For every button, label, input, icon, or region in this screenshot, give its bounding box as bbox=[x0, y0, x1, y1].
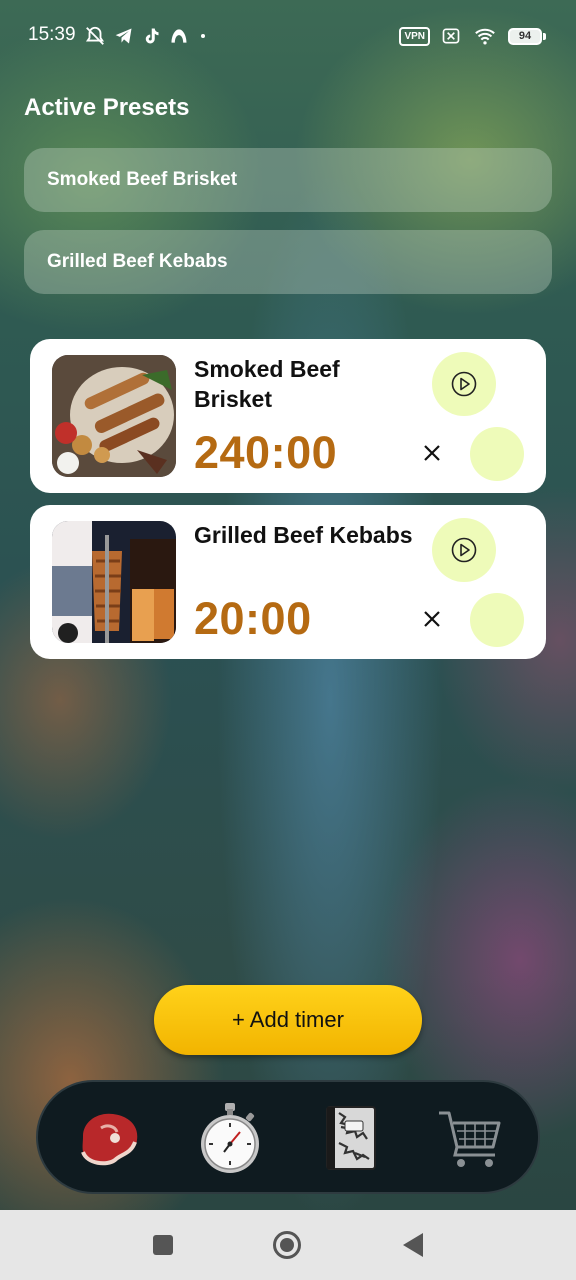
battery-icon: 94 bbox=[508, 27, 546, 45]
timer-countdown: 20:00 bbox=[194, 593, 312, 644]
timer-countdown: 240:00 bbox=[194, 427, 338, 478]
shopping-cart-icon bbox=[439, 1111, 501, 1167]
preset-item-smoked-beef-brisket[interactable]: Smoked Beef Brisket bbox=[24, 148, 552, 212]
close-icon bbox=[424, 445, 440, 461]
battery-level: 94 bbox=[508, 27, 542, 45]
app-icon bbox=[171, 29, 187, 43]
page-title: Active Presets bbox=[24, 94, 190, 121]
recent-apps-button[interactable] bbox=[148, 1230, 178, 1260]
close-icon bbox=[424, 611, 440, 627]
vpn-icon: VPN bbox=[399, 26, 430, 46]
food-thumbnail bbox=[52, 521, 176, 643]
wifi-icon bbox=[475, 28, 495, 45]
play-icon bbox=[451, 371, 477, 397]
steak-icon bbox=[81, 1113, 138, 1166]
play-icon bbox=[451, 537, 477, 563]
nav-item-timers[interactable] bbox=[192, 1100, 268, 1176]
tiktok-icon bbox=[145, 28, 159, 44]
play-button[interactable] bbox=[432, 352, 496, 416]
notification-icons bbox=[84, 24, 208, 48]
home-circle-icon bbox=[273, 1231, 301, 1259]
back-triangle-icon bbox=[403, 1233, 423, 1257]
timer-card: Smoked Beef Brisket 240:00 bbox=[30, 339, 546, 493]
status-time: 15:39 bbox=[28, 24, 76, 45]
timer-title: Smoked Beef Brisket bbox=[194, 356, 340, 412]
home-button[interactable] bbox=[272, 1230, 302, 1260]
delete-timer-button[interactable] bbox=[418, 439, 446, 467]
mute-icon bbox=[85, 26, 105, 45]
recipe-book-icon bbox=[326, 1106, 376, 1170]
add-timer-button[interactable]: + Add timer bbox=[154, 985, 422, 1055]
telegram-icon bbox=[115, 28, 132, 44]
timer-card: Grilled Beef Kebabs 20:00 bbox=[30, 505, 546, 659]
timer-title: Grilled Beef Kebabs bbox=[194, 522, 413, 548]
nav-item-recipes[interactable] bbox=[312, 1100, 388, 1176]
system-navigation-bar bbox=[0, 1210, 576, 1280]
status-bar: 15:39 VPN 94 bbox=[0, 0, 576, 72]
food-thumbnail bbox=[52, 355, 176, 477]
play-button[interactable] bbox=[432, 518, 496, 582]
dot-icon bbox=[201, 34, 205, 38]
preset-item-grilled-beef-kebabs[interactable]: Grilled Beef Kebabs bbox=[24, 230, 552, 294]
nav-item-presets[interactable] bbox=[72, 1100, 148, 1176]
reset-timer-button[interactable] bbox=[470, 427, 524, 481]
bottom-nav bbox=[36, 1080, 540, 1194]
system-status-icons: VPN 94 bbox=[399, 24, 546, 48]
nav-item-shopping[interactable] bbox=[432, 1100, 508, 1176]
sim-off-icon bbox=[442, 28, 460, 44]
reset-timer-button[interactable] bbox=[470, 593, 524, 647]
stopwatch-icon bbox=[201, 1103, 259, 1173]
delete-timer-button[interactable] bbox=[418, 605, 446, 633]
square-icon bbox=[153, 1235, 173, 1255]
back-button[interactable] bbox=[398, 1230, 428, 1260]
